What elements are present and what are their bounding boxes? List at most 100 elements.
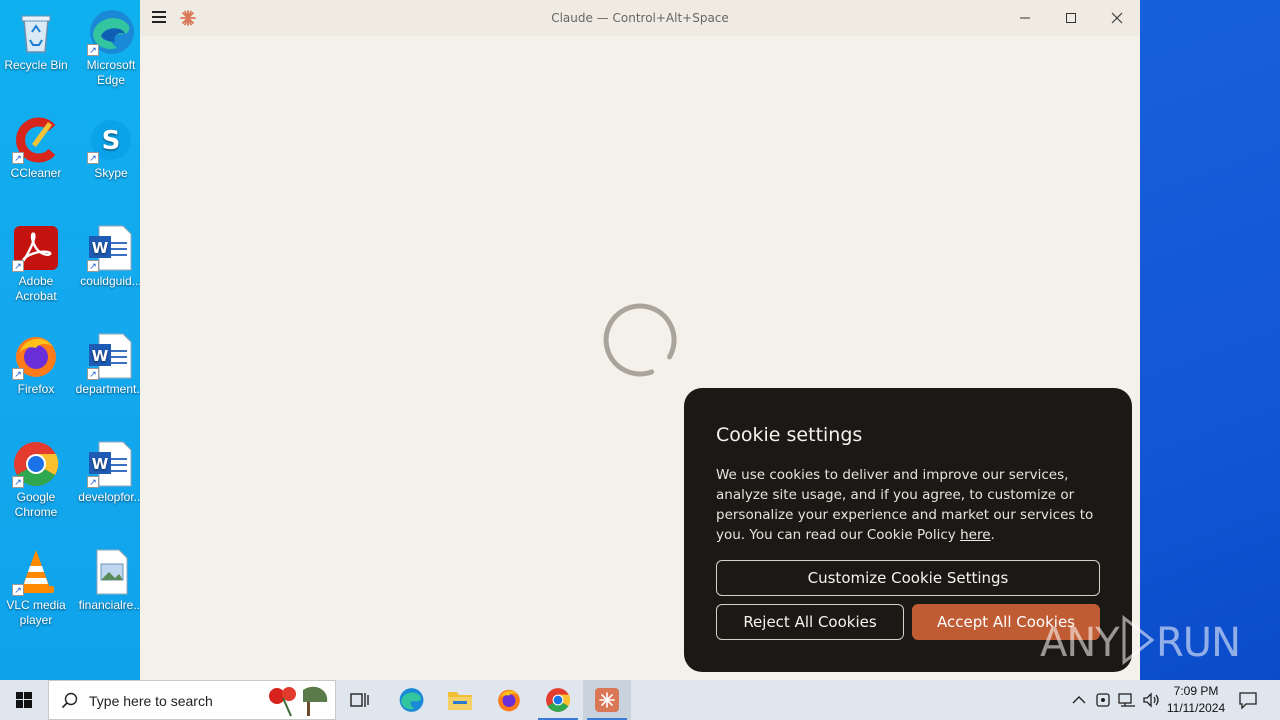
claude-app-window: Claude — Control+Alt+Space Cookie settin… — [140, 0, 1140, 680]
minimize-icon — [1020, 17, 1030, 19]
shortcut-arrow-icon: ↗ — [12, 260, 24, 272]
loading-spinner-icon — [600, 300, 680, 380]
watermark-text-run: RUN — [1156, 620, 1240, 666]
cookie-body-end: . — [990, 527, 995, 543]
customize-cookie-settings-button[interactable]: Customize Cookie Settings — [716, 560, 1100, 596]
cookie-body-text: We use cookies to deliver and improve ou… — [716, 467, 1094, 543]
desktop-icon-label: department... — [75, 382, 147, 396]
close-button[interactable] — [1094, 0, 1140, 36]
file-explorer-icon — [448, 692, 472, 710]
desktop-icon-label: Adobe Acrobat — [15, 274, 57, 303]
windows-logo-icon — [16, 692, 32, 708]
minimize-button[interactable] — [1002, 0, 1048, 36]
desktop-icon-developfor[interactable]: W ↗ developfor... — [75, 440, 147, 505]
word-doc-icon: W ↗ — [87, 332, 135, 380]
desktop-icon-skype[interactable]: S ↗ Skype — [75, 116, 147, 181]
chrome-icon — [546, 688, 571, 712]
shortcut-arrow-icon: ↗ — [12, 584, 24, 596]
image-file-icon — [87, 548, 135, 596]
desktop-icon-label: CCleaner — [10, 166, 62, 180]
maximize-icon — [1066, 13, 1076, 23]
cookie-dialog-body: We use cookies to deliver and improve ou… — [716, 465, 1102, 545]
desktop-icon-acrobat[interactable]: ↗ Adobe Acrobat — [0, 224, 72, 304]
clock-time: 7:09 PM — [1173, 684, 1219, 698]
search-placeholder: Type here to search — [89, 693, 213, 709]
clock-date: 11/11/2024 — [1166, 701, 1226, 715]
taskbar-search-box[interactable]: Type here to search — [48, 680, 336, 720]
reject-all-cookies-button[interactable]: Reject All Cookies — [716, 604, 904, 640]
desktop-icon-firefox[interactable]: ↗ Firefox — [0, 332, 72, 397]
vlc-icon: ↗ — [12, 548, 60, 596]
svg-text:W: W — [92, 455, 109, 473]
taskbar-firefox-button[interactable] — [485, 680, 533, 720]
chrome-icon: ↗ — [12, 440, 60, 488]
desktop-icon-label: Google Chrome — [14, 490, 58, 519]
svg-text:W: W — [92, 347, 109, 365]
wallpaper-right — [1140, 0, 1280, 680]
desktop-icon-chrome[interactable]: ↗ Google Chrome — [0, 440, 72, 520]
recycle-bin-icon — [12, 8, 60, 56]
search-icon — [61, 692, 78, 709]
task-view-icon — [350, 693, 369, 707]
desktop-icon-label: couldguid... — [80, 274, 142, 288]
cookie-dialog-title: Cookie settings — [716, 424, 863, 446]
maximize-button[interactable] — [1048, 0, 1094, 36]
search-highlight-image-icon — [269, 686, 328, 717]
edge-icon — [399, 688, 424, 712]
desktop-icon-label: Microsoft Edge — [86, 58, 136, 87]
desktop-icon-label: financialre... — [78, 598, 144, 612]
desktop-icon-edge[interactable]: ↗ Microsoft Edge — [75, 8, 147, 88]
tray-volume-button[interactable] — [1141, 690, 1161, 710]
taskbar: Type here to search 7:09 PM 11/11/2024 — [0, 680, 1280, 720]
shortcut-arrow-icon: ↗ — [87, 44, 99, 56]
desktop-icon-label: VLC media player — [6, 598, 66, 627]
svg-text:S: S — [102, 126, 121, 156]
tray-device-button[interactable] — [1093, 690, 1113, 710]
volume-icon — [1143, 692, 1159, 708]
firefox-icon: ↗ — [12, 332, 60, 380]
shortcut-arrow-icon: ↗ — [12, 476, 24, 488]
desktop-icon-vlc[interactable]: ↗ VLC media player — [0, 548, 72, 628]
firefox-icon — [498, 689, 520, 712]
word-doc-icon: W ↗ — [87, 224, 135, 272]
shortcut-arrow-icon: ↗ — [87, 152, 99, 164]
taskbar-edge-button[interactable] — [387, 680, 435, 720]
shortcut-arrow-icon: ↗ — [12, 368, 24, 380]
desktop-icon-ccleaner[interactable]: ↗ CCleaner — [0, 116, 72, 181]
shortcut-arrow-icon: ↗ — [87, 260, 99, 272]
network-icon — [1118, 693, 1135, 707]
desktop-icon-couldguid[interactable]: W ↗ couldguid... — [75, 224, 147, 289]
chevron-up-icon — [1072, 696, 1086, 704]
desktop-icon-financialre[interactable]: financialre... — [75, 548, 147, 613]
close-icon — [1111, 12, 1123, 24]
taskbar-clock[interactable]: 7:09 PM 11/11/2024 — [1162, 683, 1230, 717]
tray-network-button[interactable] — [1117, 690, 1137, 710]
action-center-button[interactable] — [1238, 690, 1258, 710]
desktop-icon-department[interactable]: W ↗ department... — [75, 332, 147, 397]
show-hidden-icons-button[interactable] — [1069, 690, 1089, 710]
claude-icon — [595, 688, 619, 712]
window-title: Claude — Control+Alt+Space — [551, 11, 729, 25]
edge-icon: ↗ — [87, 8, 135, 56]
device-icon — [1096, 693, 1110, 707]
desktop-icon-recycle-bin[interactable]: Recycle Bin — [0, 8, 72, 73]
desktop-icon-label: Firefox — [17, 382, 55, 396]
skype-icon: S ↗ — [87, 116, 135, 164]
shortcut-arrow-icon: ↗ — [12, 152, 24, 164]
desktop-icon-label: developfor... — [78, 490, 144, 504]
start-button[interactable] — [0, 680, 48, 720]
shortcut-arrow-icon: ↗ — [87, 476, 99, 488]
taskbar-chrome-button[interactable] — [534, 680, 582, 720]
task-view-button[interactable] — [336, 680, 384, 720]
desktop-icon-label: Recycle Bin — [4, 58, 68, 72]
window-titlebar: Claude — Control+Alt+Space — [140, 0, 1140, 36]
taskbar-file-explorer-button[interactable] — [436, 680, 484, 720]
shortcut-arrow-icon: ↗ — [87, 368, 99, 380]
cookie-policy-link[interactable]: here — [960, 527, 990, 543]
taskbar-claude-button[interactable] — [583, 680, 631, 720]
notification-icon — [1239, 692, 1257, 710]
acrobat-icon: ↗ — [12, 224, 60, 272]
ccleaner-icon: ↗ — [12, 116, 60, 164]
watermark-text-any: ANY — [1040, 620, 1120, 666]
word-doc-icon: W ↗ — [87, 440, 135, 488]
